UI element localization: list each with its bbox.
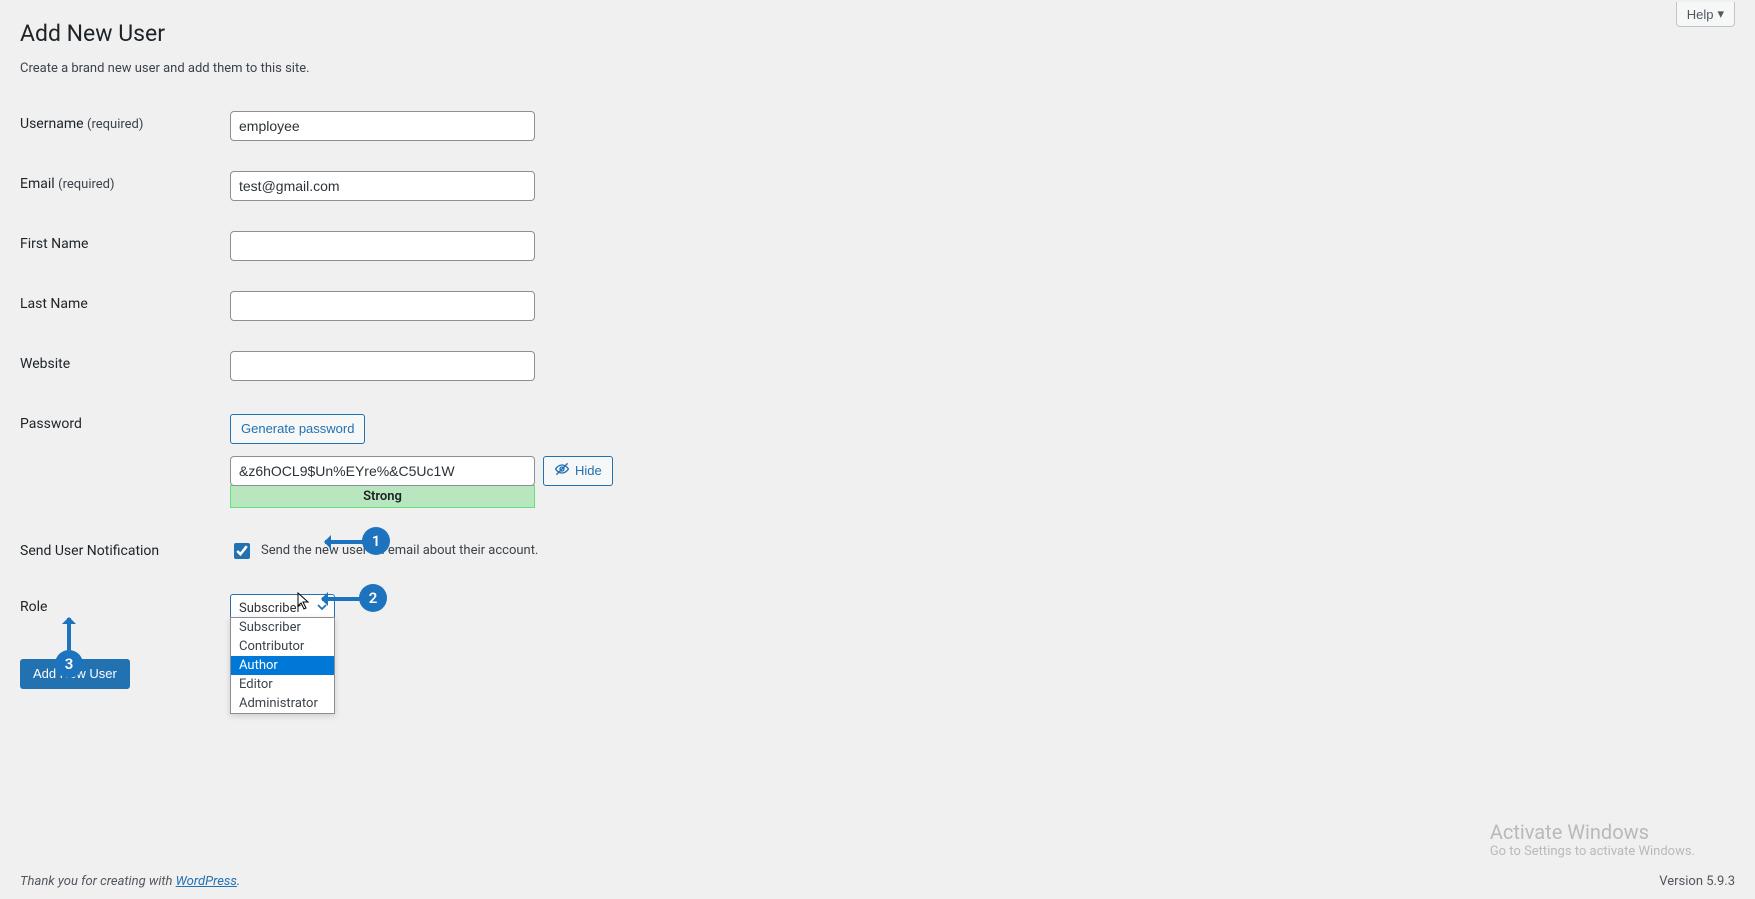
- annotation-badge-3: 3: [55, 650, 83, 678]
- annotation-arrow-2: [322, 597, 362, 601]
- footer-thanks: Thank you for creating with WordPress.: [20, 874, 240, 889]
- email-input[interactable]: [230, 171, 535, 201]
- annotation-arrow-3: [67, 618, 71, 650]
- page-title: Add New User: [20, 10, 1735, 53]
- help-label: Help: [1687, 7, 1714, 22]
- generate-password-button[interactable]: Generate password: [230, 414, 365, 444]
- lastname-label: Last Name: [20, 296, 88, 312]
- eye-slash-icon: [554, 461, 570, 480]
- hide-password-button[interactable]: Hide: [543, 456, 613, 486]
- notify-label: Send User Notification: [20, 543, 159, 559]
- role-option-administrator[interactable]: Administrator: [231, 694, 334, 713]
- role-dropdown: Subscriber Contributor Author Editor Adm…: [230, 617, 335, 714]
- password-strength: Strong: [230, 485, 535, 508]
- annotation-badge-1: 1: [362, 527, 390, 555]
- windows-watermark: Activate Windows Go to Settings to activ…: [1490, 820, 1695, 859]
- password-label: Password: [20, 416, 82, 432]
- username-label: Username: [20, 116, 84, 132]
- notify-checkbox[interactable]: [234, 543, 250, 559]
- page-subtitle: Create a brand new user and add them to …: [20, 61, 1735, 76]
- firstname-input[interactable]: [230, 231, 535, 261]
- notify-text: Send the new user an email about their a…: [261, 543, 538, 558]
- help-button[interactable]: Help ▾: [1676, 2, 1735, 27]
- website-input[interactable]: [230, 351, 535, 381]
- email-required: (required): [58, 177, 114, 192]
- role-option-author[interactable]: Author: [231, 656, 334, 675]
- firstname-label: First Name: [20, 236, 88, 252]
- caret-down-icon: ▾: [1717, 6, 1724, 22]
- role-option-subscriber[interactable]: Subscriber: [231, 618, 334, 637]
- role-selected-value: Subscriber: [239, 601, 301, 616]
- username-input[interactable]: [230, 111, 535, 141]
- cursor-icon: [297, 592, 311, 614]
- email-label: Email: [20, 176, 55, 192]
- role-option-editor[interactable]: Editor: [231, 675, 334, 694]
- role-label: Role: [20, 599, 47, 615]
- lastname-input[interactable]: [230, 291, 535, 321]
- footer-version: Version 5.9.3: [1659, 874, 1735, 889]
- annotation-arrow-1: [325, 540, 365, 544]
- wordpress-link[interactable]: WordPress: [176, 874, 237, 889]
- username-required: (required): [87, 117, 143, 132]
- website-label: Website: [20, 356, 70, 372]
- password-input[interactable]: [230, 456, 535, 486]
- role-option-contributor[interactable]: Contributor: [231, 637, 334, 656]
- annotation-badge-2: 2: [359, 584, 387, 612]
